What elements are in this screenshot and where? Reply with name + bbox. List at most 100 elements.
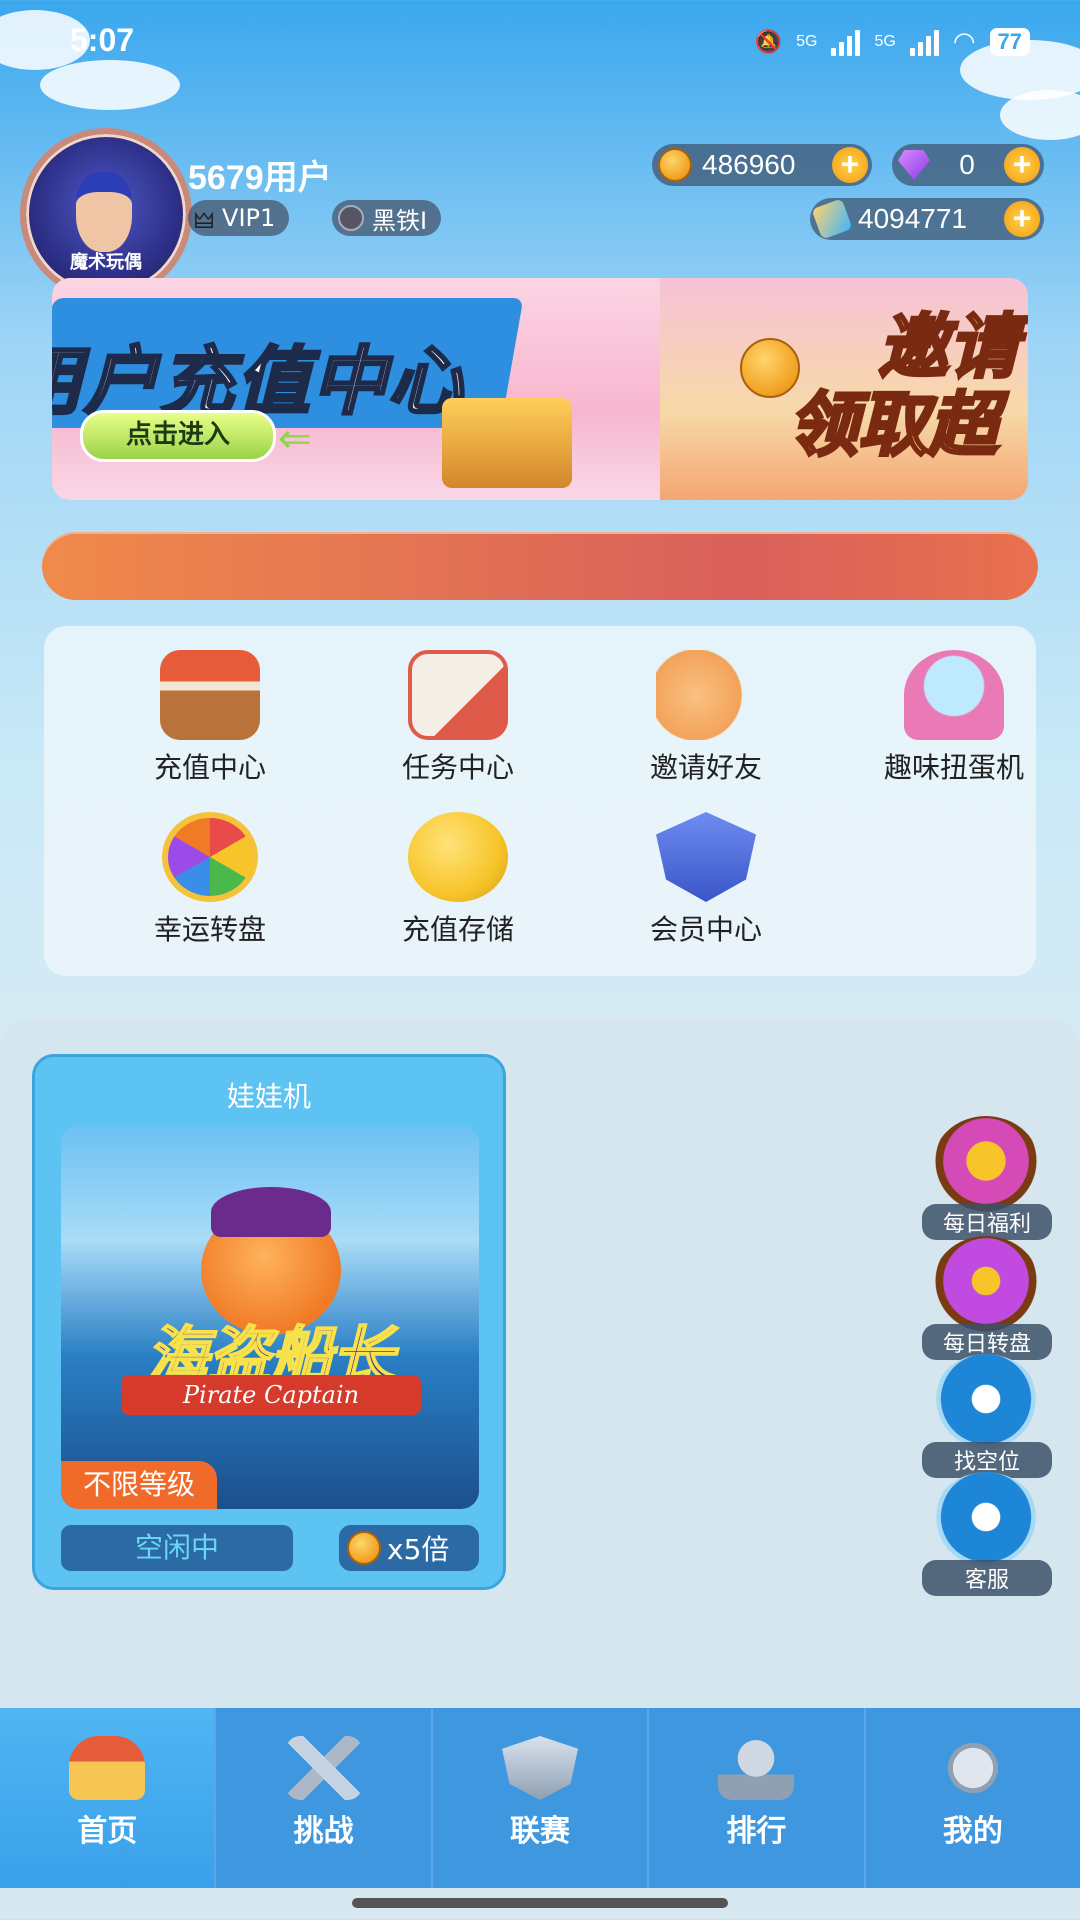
feature-recharge-storage[interactable]: 充值存储 <box>358 812 558 948</box>
clipboard-icon <box>408 650 508 740</box>
gem-value: 0 <box>959 149 975 180</box>
ticket-icon <box>811 198 853 240</box>
feature-recharge-center[interactable]: 充值中心 <box>110 650 310 786</box>
signal-icon-2 <box>909 28 939 56</box>
daily-wheel-button[interactable]: 每日转盘 <box>922 1236 1052 1360</box>
nav-label: 挑战 <box>293 1814 354 1849</box>
avatar-label: 魔术玩偶 <box>70 252 142 273</box>
arrow-icon: ⇐ <box>278 416 312 462</box>
multiplier-badge: x5倍 <box>339 1525 479 1571</box>
notice-bar[interactable] <box>42 532 1038 600</box>
feature-label: 任务中心 <box>401 751 514 784</box>
gashapon-icon <box>904 650 1004 740</box>
banner-right-line1: 邀请 <box>877 306 1020 388</box>
wings-icon: 🜲 <box>194 209 215 234</box>
status-time: 5:07 <box>70 22 135 58</box>
feature-label: 幸运转盘 <box>153 913 266 946</box>
pirate-hat-icon <box>211 1187 331 1237</box>
side-button-label: 每日福利 <box>922 1204 1052 1240</box>
coin-icon <box>658 148 692 182</box>
nav-label: 首页 <box>77 1814 138 1849</box>
feature-grid: 充值中心 任务中心 邀请好友 趣味扭蛋机 幸运转盘 充值存储 会员中心 <box>44 626 1036 976</box>
feature-lucky-wheel[interactable]: 幸运转盘 <box>110 812 310 948</box>
customer-service-button[interactable]: 客服 <box>922 1472 1052 1596</box>
daily-welfare-button[interactable]: 每日福利 <box>922 1116 1052 1240</box>
gold-coin-icon <box>740 338 800 398</box>
nav-mine[interactable]: 我的 <box>863 1708 1080 1888</box>
coin-balance[interactable]: 486960 + <box>652 144 872 186</box>
mute-icon: 🔕 <box>754 28 783 54</box>
feature-member-center[interactable]: 会员中心 <box>606 812 806 948</box>
avatar-character-icon <box>76 172 132 252</box>
banner-right-line2: 领取超 <box>787 384 1000 466</box>
add-coins-button[interactable]: + <box>832 147 868 183</box>
signal-icon-1 <box>831 28 861 56</box>
network-label-1: 5G <box>796 32 818 50</box>
banner-left-panel: 用户充值中心 点击进入 ⇐ <box>52 278 660 500</box>
feature-invite-friends[interactable]: 邀请好友 <box>606 650 806 786</box>
ticket-value: 4094771 <box>858 203 968 234</box>
coin-icon <box>347 1531 381 1565</box>
piggy-bank-icon <box>408 812 508 902</box>
home-shop-icon <box>69 1736 146 1800</box>
vip-label: VIP1 <box>222 204 276 232</box>
bottom-nav: 首页 挑战 联赛 排行 我的 <box>0 1708 1080 1888</box>
vip-badge[interactable]: 🜲 VIP1 <box>188 200 290 236</box>
level-tag: 不限等级 <box>61 1461 218 1509</box>
gift-icon <box>932 1116 1040 1216</box>
treasure-chest-icon <box>442 398 572 488</box>
nav-home[interactable]: 首页 <box>0 1708 215 1888</box>
nav-ranking[interactable]: 排行 <box>647 1708 863 1888</box>
game-thumbnail[interactable]: 海盗船长 Pirate Captain 不限等级 <box>61 1125 479 1509</box>
coin-value: 486960 <box>702 149 796 180</box>
rank-badge[interactable]: 黑铁I <box>332 200 442 236</box>
rank-emblem-icon <box>338 205 364 231</box>
feature-gashapon[interactable]: 趣味扭蛋机 <box>854 650 1054 786</box>
nav-challenge[interactable]: 挑战 <box>214 1708 430 1888</box>
crossed-swords-icon <box>285 1736 362 1800</box>
daily-wheel-icon <box>932 1236 1040 1336</box>
avatar[interactable]: 魔术玩偶 <box>20 128 192 300</box>
game-category-title: 娃娃机 <box>226 1080 311 1113</box>
sofa-icon <box>932 1354 1040 1454</box>
rank-label: 黑铁I <box>372 206 428 235</box>
ticket-balance[interactable]: 4094771 + <box>810 198 1044 240</box>
feature-label: 会员中心 <box>649 913 762 946</box>
feature-task-center[interactable]: 任务中心 <box>358 650 558 786</box>
feature-label: 充值存储 <box>401 913 514 946</box>
nav-label: 联赛 <box>510 1814 571 1849</box>
side-button-label: 客服 <box>922 1560 1052 1596</box>
trophy-icon <box>718 1736 795 1800</box>
status-badge: 空闲中 <box>61 1525 293 1571</box>
banner-right-panel: 邀请 领取超 <box>660 278 1028 500</box>
shield-badge-icon <box>502 1736 579 1800</box>
add-tickets-button[interactable]: + <box>1004 201 1040 237</box>
feature-label: 充值中心 <box>153 751 266 784</box>
feature-label: 邀请好友 <box>649 751 762 784</box>
battery-icon: 77 <box>989 27 1030 56</box>
username: 5679用户 <box>188 159 332 197</box>
home-indicator[interactable] <box>352 1898 728 1908</box>
game-name-en: Pirate Captain <box>121 1375 421 1415</box>
nav-league[interactable]: 联赛 <box>430 1708 647 1888</box>
status-icons: 🔕 5G 5G ◠ 77 <box>755 26 1030 57</box>
wifi-icon: ◠ <box>952 26 976 56</box>
network-label-2: 5G <box>874 32 896 50</box>
promo-banner[interactable]: 用户充值中心 点击进入 ⇐ 邀请 领取超 <box>52 278 1028 500</box>
find-seat-button[interactable]: 找空位 <box>922 1354 1052 1478</box>
nav-label: 排行 <box>726 1814 787 1849</box>
lucky-wheel-icon <box>162 812 258 902</box>
game-card[interactable]: 娃娃机 海盗船长 Pirate Captain 不限等级 空闲中 x5倍 <box>32 1054 506 1590</box>
diamond-icon <box>898 150 930 180</box>
banner-enter-button[interactable]: 点击进入 <box>80 410 276 462</box>
gem-balance[interactable]: 0 + <box>892 144 1044 186</box>
high-five-icon <box>656 650 756 740</box>
multiplier-value: x5倍 <box>387 1533 450 1566</box>
add-gems-button[interactable]: + <box>1004 147 1040 183</box>
banner-right-text: 邀请 领取超 <box>787 306 1020 466</box>
shop-stall-icon <box>160 650 260 740</box>
nav-label: 我的 <box>942 1814 1003 1849</box>
feature-label: 趣味扭蛋机 <box>883 751 1024 784</box>
vip-shield-icon <box>656 812 756 902</box>
headset-icon <box>932 1472 1040 1572</box>
